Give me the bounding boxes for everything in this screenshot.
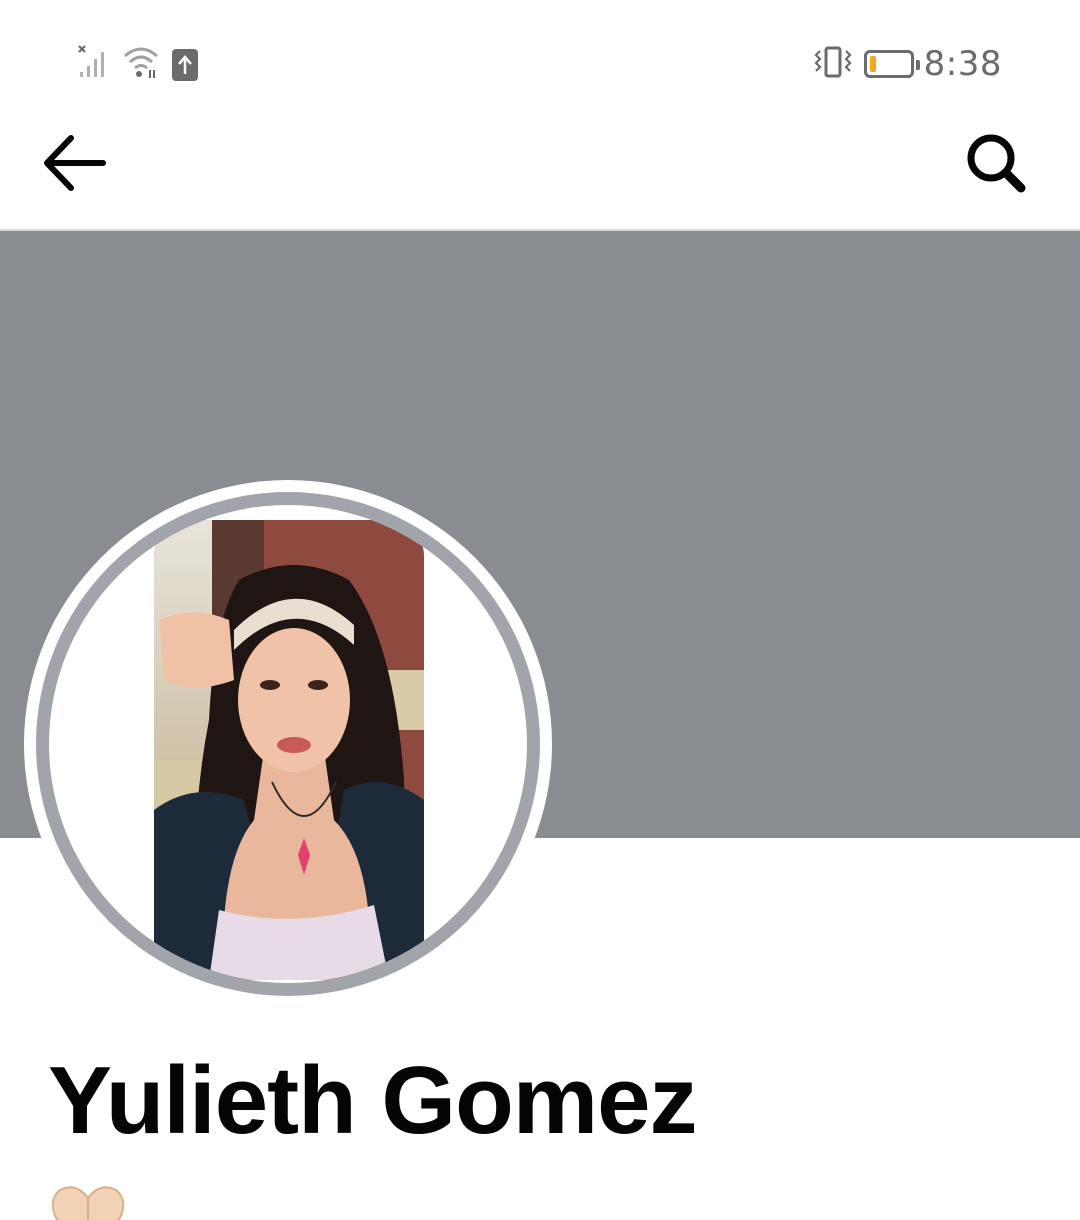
profile-photo xyxy=(154,520,424,980)
battery-fill xyxy=(869,56,876,72)
status-bar: 8:38 xyxy=(0,0,1080,130)
signal-off-icon xyxy=(76,44,112,85)
battery-tip xyxy=(915,60,920,70)
profile-name: Yulieth Gomez xyxy=(48,1047,697,1154)
vibrate-icon xyxy=(814,45,854,84)
back-button[interactable] xyxy=(34,130,114,200)
battery-low-icon xyxy=(863,50,920,78)
status-right: 8:38 xyxy=(814,44,1002,84)
search-icon xyxy=(964,131,1028,200)
wifi-icon xyxy=(122,44,162,85)
search-button[interactable] xyxy=(956,130,1036,200)
profile-picture-frame xyxy=(49,505,527,983)
app-bar xyxy=(0,130,1080,230)
profile-picture[interactable] xyxy=(24,480,552,1008)
status-time: 8:38 xyxy=(923,44,1002,84)
bio-emoji xyxy=(48,1180,128,1220)
status-left xyxy=(76,44,198,85)
upload-icon xyxy=(172,48,198,81)
arrow-left-icon xyxy=(41,133,107,198)
profile-picture-ring xyxy=(36,492,540,996)
